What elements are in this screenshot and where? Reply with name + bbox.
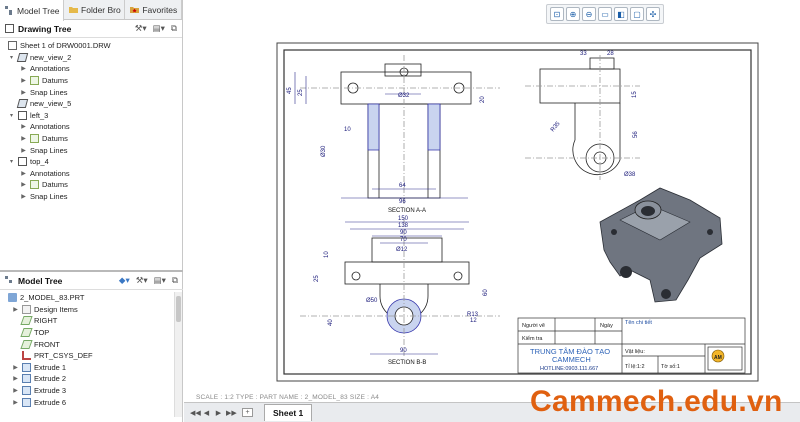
dim-25-b: 25 [314,275,320,282]
dim-r13: R13 [467,312,479,318]
cammech-logo-icon: AM [711,349,725,363]
dim-90: 90 [400,230,407,236]
add-sheet-icon[interactable]: + [242,408,253,417]
dim-60: 60 [483,289,489,296]
last-sheet-icon[interactable]: ▶▶ [226,409,237,417]
dim-138: 138 [398,223,409,229]
dim-40: 40 [328,319,334,326]
dim-20: 20 [480,96,486,103]
prev-sheet-icon[interactable]: ◀ [202,409,211,417]
first-sheet-icon[interactable]: ◀◀ [190,409,201,417]
dim-70: 70 [400,237,407,243]
drawing-sheet: 64 96 Ø32 Ø30 10 45 25 20 SECTION A-A 15… [276,42,759,382]
dim-dia-38: Ø38 [624,172,636,178]
dim-10: 10 [344,127,351,133]
dim-dia-32: Ø32 [398,93,410,99]
dim-dia-50: Ø50 [366,298,378,304]
tb-ten-chi-tiet: Tên chi tiết [625,320,652,326]
dim-45: 45 [287,87,293,94]
section-aa-label: SECTION A-A [388,208,426,214]
tb-to-so: Tờ số:1 [661,364,680,370]
section-bb-label: SECTION B-B [388,360,426,366]
dim-96: 96 [399,199,406,205]
dim-25: 25 [298,89,304,96]
tb-ngay: Ngày [600,323,613,329]
dim-dia-12: Ø12 [396,247,408,253]
dim-dia-30: Ø30 [321,145,327,157]
next-sheet-icon[interactable]: ▶ [214,409,223,417]
tb-nguoi-ve: Người vẽ [522,323,545,329]
sheet-tab[interactable]: Sheet 1 [264,404,313,421]
tb-vat-lieu: Vật liệu: [625,349,645,355]
drawing-status-line: SCALE : 1:2 TYPE : PART NAME : 2_MODEL_8… [196,394,380,401]
dim-10-b: 10 [324,251,330,258]
dim-64: 64 [399,183,406,189]
dim-56: 56 [633,131,639,138]
dim-28: 28 [607,51,614,57]
dim-150: 150 [398,216,409,222]
svg-text:AM: AM [714,355,722,361]
dim-15: 15 [632,91,638,98]
tb-ti-le: Tỉ lệ:1:2 [625,363,645,370]
dim-90-bottom: 90 [400,348,407,354]
dim-12b: 12 [470,318,477,324]
watermark-logo: Cammech.edu.vn [530,385,783,418]
tb-kiem-tra: Kiểm tra [522,335,543,342]
tb-company-2: CAMMECH [552,355,591,364]
tb-hotline: HOTLINE:0903.111.667 [540,366,598,372]
dim-33: 33 [580,51,587,57]
